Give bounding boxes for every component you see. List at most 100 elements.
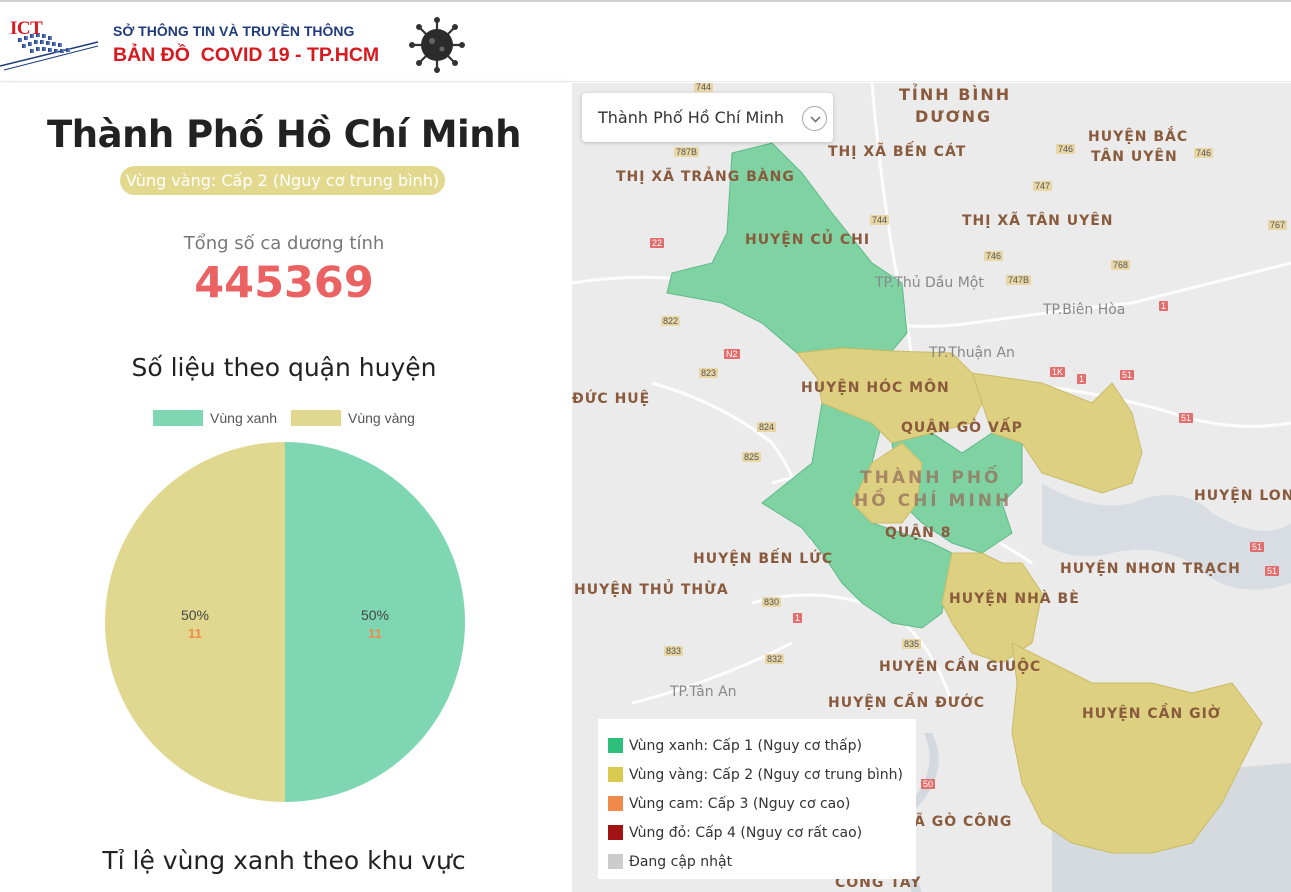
road-badge: 768 (1111, 260, 1131, 270)
city-label: TP.Thuận An (929, 345, 1015, 361)
chart-legend: Vùng xanh Vùng vàng (0, 410, 568, 426)
legend-swatch (608, 796, 623, 811)
road-badge: 51 (1265, 566, 1280, 576)
map-label: QUẬN 8 (885, 525, 952, 541)
legend-label: Vùng xanh (210, 410, 277, 426)
map-label: HUYỆN LONG (1194, 488, 1291, 504)
map-legend-label: Đang cập nhật (629, 853, 733, 870)
map-label: DƯƠNG (915, 107, 993, 126)
ict-logo[interactable]: ICT (0, 16, 100, 74)
legend-item-yellow[interactable]: Vùng vàng (291, 410, 415, 426)
road-badge: 1 (1159, 301, 1169, 311)
map-legend-item-yellow: Vùng vàng: Cấp 2 (Nguy cơ trung bình) (608, 760, 906, 789)
pie-count-label: 11 (368, 626, 382, 641)
map-label: QUẬN GÒ VẤP (901, 420, 1023, 436)
virus-icon (409, 17, 465, 73)
green-ratio-title: Tỉ lệ vùng xanh theo khu vực (102, 846, 466, 875)
map-label: HUYỆN CỦ CHI (745, 232, 871, 248)
road-badge: 746 (1056, 144, 1076, 154)
road-badge: 1 (793, 613, 803, 623)
map-legend-item-updating: Đang cập nhật (608, 847, 906, 876)
road-badge: 747B (1006, 275, 1032, 285)
header-subtitle: SỞ THÔNG TIN VÀ TRUYỀN THÔNG (113, 23, 355, 39)
city-name: Thành Phố Hồ Chí Minh (47, 113, 521, 156)
map-label: HỒ CHÍ MINH (854, 491, 1013, 511)
road-badge: 822 (661, 316, 681, 326)
map-label: HUYỆN CẦN ĐƯỚC (828, 695, 986, 711)
road-badge: 824 (757, 422, 777, 432)
road-badge: 51 (1250, 542, 1265, 552)
chevron-down-icon[interactable] (802, 106, 827, 131)
pie-percent-label: 50% (181, 607, 209, 623)
map-label: HUYỆN THỦ THỪA (574, 582, 729, 598)
map-legend: Vùng xanh: Cấp 1 (Nguy cơ thấp) Vùng vàn… (598, 719, 916, 879)
road-badge: 830 (762, 597, 782, 607)
map-legend-item-green: Vùng xanh: Cấp 1 (Nguy cơ thấp) (608, 731, 906, 760)
map-label: HUYỆN CẦN GIUỘC (879, 659, 1042, 675)
road-badge: 767 (1268, 220, 1288, 230)
map-label: TỈNH BÌNH (899, 85, 1012, 104)
road-badge: 50 (921, 779, 936, 789)
map-legend-label: Vùng xanh: Cấp 1 (Nguy cơ thấp) (629, 737, 862, 754)
map-legend-label: Vùng cam: Cấp 3 (Nguy cơ cao) (629, 795, 851, 812)
district-section-title: Số liệu theo quận huyện (131, 353, 437, 382)
map-label: Ã GÒ CÔNG (914, 814, 1013, 830)
map-label: HUYỆN BẾN LỨC (693, 551, 834, 567)
road-badge: 835 (902, 639, 922, 649)
legend-item-green[interactable]: Vùng xanh (153, 410, 277, 426)
legend-swatch (608, 738, 623, 753)
zone-status-badge: Vùng vàng: Cấp 2 (Nguy cơ trung bình) (120, 166, 445, 195)
total-cases-value: 445369 (194, 258, 374, 308)
legend-swatch (291, 410, 341, 426)
road-badge: 51 (1120, 370, 1135, 380)
road-badge: 51 (1179, 413, 1194, 423)
road-badge: N2 (724, 349, 740, 359)
map-legend-item-red: Vùng đỏ: Cấp 4 (Nguy cơ rất cao) (608, 818, 906, 847)
header-title: BẢN ĐỒ COVID 19 - TP.HCM (113, 44, 380, 66)
map-legend-label: Vùng vàng: Cấp 2 (Nguy cơ trung bình) (629, 766, 904, 783)
road-badge: 1K (1050, 367, 1066, 377)
map-label: THỊ XÃ BẾN CÁT (828, 144, 967, 160)
pie-count-label: 11 (188, 626, 202, 641)
logo-text: ICT (10, 18, 43, 39)
legend-swatch (608, 854, 623, 869)
road-badge: 746 (984, 251, 1004, 261)
map-label: THÀNH PHỐ (860, 468, 1002, 488)
road-badge: 22 (650, 238, 665, 248)
road-badge: 744 (694, 83, 714, 92)
road-badge: 747 (1033, 181, 1053, 191)
map-label: TÂN UYÊN (1091, 149, 1178, 165)
legend-swatch (608, 825, 623, 840)
city-select-dropdown[interactable]: Thành Phố Hồ Chí Minh (582, 93, 833, 142)
map-label: HUYỆN HÓC MÔN (801, 380, 950, 396)
legend-label: Vùng vàng (348, 410, 415, 426)
total-cases-label: Tổng số ca dương tính (183, 233, 385, 254)
map-label: THỊ XÃ TÂN UYÊN (962, 213, 1114, 229)
road-badge: 1 (1077, 374, 1087, 384)
city-select-value: Thành Phố Hồ Chí Minh (598, 108, 785, 127)
road-badge: 832 (765, 654, 785, 664)
map-label: HUYỆN BẮC (1088, 129, 1189, 145)
map-label: HUYỆN NHƠN TRẠCH (1060, 561, 1241, 577)
covid-map[interactable]: 744 787B 744 746 747 746 747B 768 746 76… (572, 83, 1291, 892)
map-label: HUYỆN CẦN GIỜ (1082, 706, 1222, 722)
map-label: ĐỨC HUỆ (572, 391, 651, 407)
map-legend-item-orange: Vùng cam: Cấp 3 (Nguy cơ cao) (608, 789, 906, 818)
road-badge: 833 (664, 646, 684, 656)
legend-swatch (153, 410, 204, 426)
map-legend-label: Vùng đỏ: Cấp 4 (Nguy cơ rất cao) (629, 824, 863, 841)
road-badge: 823 (699, 368, 719, 378)
road-badge: 746 (1194, 148, 1214, 158)
summary-panel: Thành Phố Hồ Chí Minh Vùng vàng: Cấp 2 (… (0, 83, 572, 892)
city-label: TP.Tân An (670, 684, 737, 700)
app-header: ICT SỞ THÔNG TIN VÀ TRUYỀN THÔNG BẢN ĐỒ … (0, 0, 1291, 82)
road-badge: 787B (674, 147, 700, 157)
city-label: TP.Biên Hòa (1043, 302, 1126, 318)
map-label: THỊ XÃ TRẢNG BÀNG (616, 169, 795, 185)
road-badge: 744 (870, 215, 890, 225)
map-label: HUYỆN NHÀ BÈ (949, 591, 1080, 607)
legend-swatch (608, 767, 623, 782)
district-pie-chart: 50% 11 50% 11 (105, 442, 465, 802)
road-badge: 825 (742, 452, 762, 462)
pie-percent-label: 50% (361, 607, 389, 623)
